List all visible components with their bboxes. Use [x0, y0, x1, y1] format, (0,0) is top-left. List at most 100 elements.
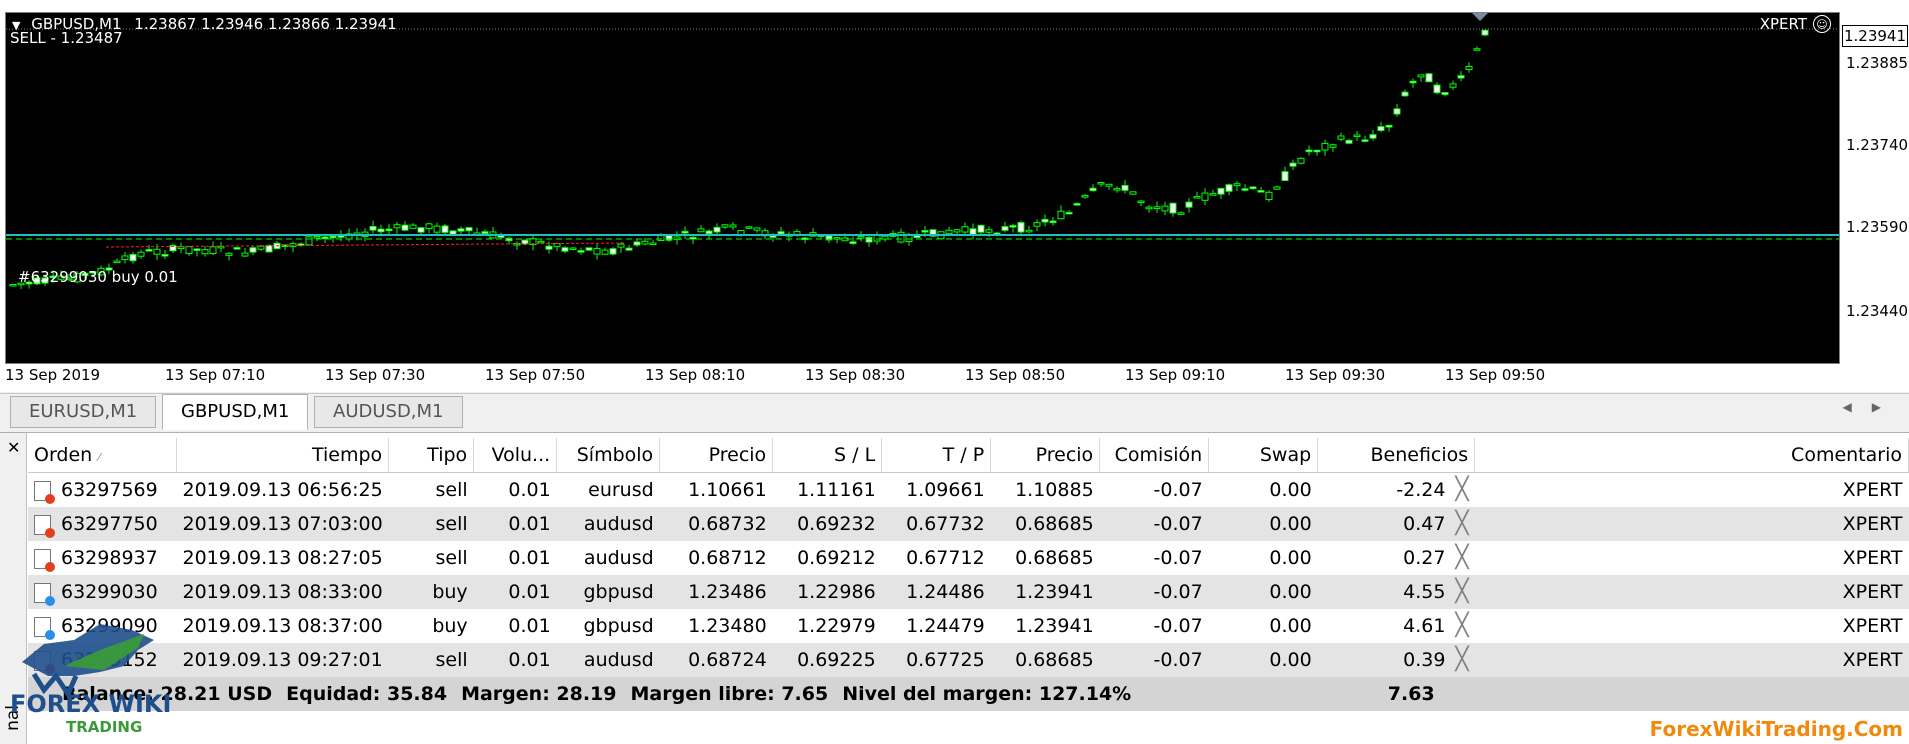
candle-body	[641, 240, 649, 245]
candle-body	[1201, 192, 1209, 201]
chart-tab-bar: EURUSD,M1 GBPUSD,M1 AUDUSD,M1 ◀▶	[0, 393, 1909, 430]
cell-volume: 0.01	[473, 575, 557, 609]
profit-value: -2.24	[1396, 478, 1446, 501]
table-row[interactable]: 632991522019.09.13 09:27:01sell0.01audus…	[28, 643, 1909, 677]
order-sell-icon	[34, 480, 55, 504]
table-row[interactable]: 63297569 2019.09.13 06:56:25 sell 0.01 eurus…	[28, 473, 1909, 508]
cell-profit: -2.24 ╳	[1318, 473, 1475, 508]
candle-body	[1289, 162, 1297, 167]
expert-advisor-badge[interactable]: XPERT ☺	[1760, 15, 1831, 33]
candle-body	[1449, 83, 1457, 88]
cell-type: sell	[388, 643, 474, 677]
column-header-time[interactable]: Tiempo	[176, 438, 390, 473]
candle-body	[1457, 75, 1465, 79]
column-header-order[interactable]: Orden ⁄	[28, 438, 177, 473]
candle-body	[1409, 80, 1417, 84]
column-header-sl[interactable]: S / L	[772, 438, 883, 473]
cell-order: 63299030	[28, 575, 177, 609]
candle-body	[1473, 48, 1481, 51]
column-header-comment[interactable]: Comentario	[1474, 438, 1909, 473]
current-price-label: 1.23941	[1842, 25, 1908, 47]
candle-body	[321, 236, 329, 240]
cell-tp: 0.67712	[906, 547, 985, 569]
profit-value: 0.27	[1403, 546, 1446, 569]
candle-body	[1265, 191, 1273, 200]
column-header-type[interactable]: Tipo	[388, 438, 475, 473]
table-row[interactable]: 63299030 2019.09.13 08:33:00 buy 0.01 gbpusd…	[28, 575, 1909, 609]
terminal-panel: ✕ nal Orden ⁄ Tiempo Tipo Volu... Símbolo…	[0, 432, 1909, 744]
candle-body	[681, 230, 689, 234]
cell-comment: XPERT	[1474, 507, 1909, 541]
column-header-commission[interactable]: Comisión	[1099, 438, 1210, 473]
candle-body	[465, 227, 473, 232]
time-tick: 13 Sep 09:50	[1445, 366, 1546, 384]
cell-price-now: 0.68685	[990, 507, 1100, 541]
column-header-volume[interactable]: Volu...	[473, 438, 558, 473]
candle-body	[113, 260, 121, 264]
order-id: 63297750	[61, 513, 158, 535]
column-header-swap[interactable]: Swap	[1208, 438, 1319, 473]
close-x-icon[interactable]: ╳	[1455, 615, 1468, 637]
price-tick: 1.23740	[1846, 136, 1909, 154]
candle-body	[329, 235, 337, 239]
column-header-price[interactable]: Precio	[659, 438, 774, 473]
candle-body	[385, 228, 393, 232]
tab-audusd[interactable]: AUDUSD,M1	[314, 396, 463, 428]
candle-body	[1353, 134, 1361, 138]
trade-table-body: 63297569 2019.09.13 06:56:25 sell 0.01 eurus…	[28, 473, 1909, 711]
tab-gbpusd[interactable]: GBPUSD,M1	[162, 394, 309, 430]
close-x-icon[interactable]: ╳	[1455, 547, 1468, 569]
cell-swap: 0.00	[1269, 547, 1312, 569]
cell-symbol: audusd	[583, 547, 654, 569]
cell-tp: 1.24479	[906, 615, 985, 637]
close-terminal-icon[interactable]: ✕	[7, 438, 20, 457]
candle-body	[705, 230, 713, 235]
table-row[interactable]: 63297750 2019.09.13 07:03:00 sell 0.01 audus…	[28, 507, 1909, 541]
chart-svg	[6, 13, 1839, 290]
logo-line1: FOREX WIKI	[10, 690, 172, 718]
column-header-profit[interactable]: Beneficios	[1317, 438, 1476, 473]
cell-price-now: 1.10885	[1015, 479, 1094, 501]
candle-body	[433, 225, 441, 233]
candle-body	[849, 241, 857, 245]
close-x-icon[interactable]: ╳	[1455, 513, 1468, 535]
column-header-symbol[interactable]: Símbolo	[556, 438, 661, 473]
cell-swap: 0.00	[1269, 615, 1312, 637]
candle-body	[585, 247, 593, 251]
candle-body	[713, 226, 721, 233]
candle-body	[417, 227, 425, 233]
candle-body	[697, 228, 705, 233]
candle-body	[1113, 188, 1121, 191]
time-tick: 13 Sep 09:30	[1285, 366, 1386, 384]
table-row[interactable]: 63298937 2019.09.13 08:27:05 sell 0.01 audus…	[28, 541, 1909, 575]
candle-body	[265, 244, 273, 253]
candle-body	[1481, 29, 1489, 36]
price-scale[interactable]: 1.23941 1.23885 1.23740 1.23590 1.23440	[1840, 12, 1909, 372]
column-header-current-price[interactable]: Precio	[990, 438, 1101, 473]
candle-body	[1249, 186, 1257, 190]
cell-volume: 0.01	[508, 547, 551, 569]
cell-volume: 0.01	[473, 643, 557, 677]
cell-order: 63297569	[28, 473, 177, 508]
forexwiki-logo: FOREX WIKI TRADING	[4, 610, 174, 738]
time-tick: 13 Sep 09:10	[1125, 366, 1226, 384]
column-header-tp[interactable]: T / P	[881, 438, 992, 473]
candle-body	[185, 246, 193, 255]
cell-time: 2019.09.13 08:27:05	[182, 547, 383, 569]
table-row[interactable]: 632990902019.09.13 08:37:00buy0.01gbpusd…	[28, 609, 1909, 643]
close-x-icon[interactable]: ╳	[1455, 649, 1468, 671]
close-x-icon[interactable]: ╳	[1455, 581, 1468, 603]
candle-body	[1217, 187, 1225, 195]
candle-body	[1225, 184, 1233, 192]
price-tick: 1.23885	[1846, 54, 1909, 72]
candle-body	[625, 247, 633, 251]
cell-swap: 0.00	[1208, 575, 1318, 609]
tab-scroll-arrows[interactable]: ◀▶	[1843, 400, 1901, 414]
candle-body	[313, 236, 321, 239]
time-tick: 13 Sep 08:30	[805, 366, 906, 384]
chart-canvas[interactable]: ▼ GBPUSD,M1 1.23867 1.23946 1.23866 1.23…	[5, 12, 1840, 364]
close-x-icon[interactable]: ╳	[1455, 479, 1468, 501]
tab-eurusd[interactable]: EURUSD,M1	[10, 396, 157, 428]
candle-body	[1241, 188, 1249, 191]
trade-table: Orden ⁄ Tiempo Tipo Volu... Símbolo Preci…	[28, 438, 1909, 711]
